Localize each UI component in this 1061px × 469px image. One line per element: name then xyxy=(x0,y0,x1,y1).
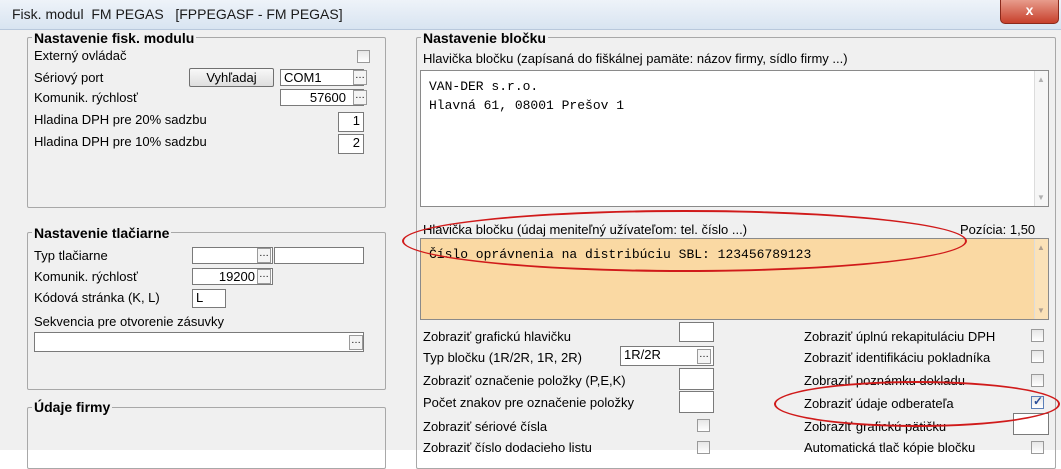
scroll-up-icon[interactable]: ▲ xyxy=(1037,243,1045,252)
printer-speed-label: Komunik. rýchlosť xyxy=(34,269,138,284)
close-button[interactable]: x xyxy=(1000,0,1059,24)
vat20-field[interactable]: 1 xyxy=(338,112,364,132)
option-doc-note-checkbox[interactable] xyxy=(1031,374,1044,387)
option-auto-copy-checkbox[interactable] xyxy=(1031,441,1044,454)
vat10-label: Hladina DPH pre 10% sadzbu xyxy=(34,134,207,149)
option-full-vat-label: Zobraziť úplnú rekapituláciu DPH xyxy=(804,329,996,344)
printer-type-extra-field[interactable] xyxy=(274,247,364,264)
position-label: Pozícia: 1,50 xyxy=(960,222,1036,237)
search-port-button[interactable]: Vyhľadaj xyxy=(189,68,274,87)
option-graphic-header-field[interactable] xyxy=(679,322,714,342)
serial-port-field[interactable]: COM1 xyxy=(280,69,364,86)
option-item-marking-field[interactable] xyxy=(679,368,714,390)
receipt-header-memo[interactable]: VAN-DER s.r.o. Hlavná 61, 08001 Prešov 1 xyxy=(420,70,1049,207)
speed-field[interactable]: 57600 xyxy=(280,89,364,106)
option-receipt-type-label: Typ bločku (1R/2R, 1R, 2R) xyxy=(423,350,582,365)
printer-speed-ellipsis-button[interactable]: … xyxy=(257,269,271,284)
printer-type-ellipsis-button[interactable]: … xyxy=(257,248,271,263)
option-graphic-header-label: Zobraziť grafickú hlavičku xyxy=(423,329,571,344)
annotation-oval-customer-data xyxy=(774,381,1060,427)
codepage-field[interactable]: L xyxy=(192,289,226,308)
option-cashier-id-checkbox[interactable] xyxy=(1031,350,1044,363)
option-cashier-id-label: Zobraziť identifikáciu pokladníka xyxy=(804,350,991,365)
scroll-down-icon[interactable]: ▼ xyxy=(1037,193,1045,202)
fisk-module-group-title: Nastavenie fisk. modulu xyxy=(32,30,197,46)
option-item-chars-label: Počet znakov pre označenie položky xyxy=(423,395,635,410)
serial-port-ellipsis-button[interactable]: … xyxy=(353,70,367,85)
option-receipt-type-ellipsis-button[interactable]: … xyxy=(697,349,711,364)
scroll-down-icon[interactable]: ▼ xyxy=(1037,306,1045,315)
speed-ellipsis-button[interactable]: … xyxy=(353,90,367,105)
scroll-up-icon[interactable]: ▲ xyxy=(1037,75,1045,84)
option-full-vat-checkbox[interactable] xyxy=(1031,329,1044,342)
receipt-header-label: Hlavička bločku (zapísaná do fiškálnej p… xyxy=(423,51,848,66)
option-delivery-note-checkbox[interactable] xyxy=(697,441,710,454)
receipt-header-scrollbar[interactable]: ▲ ▼ xyxy=(1034,71,1048,206)
firm-data-group-title: Údaje firmy xyxy=(32,399,113,415)
window-titlebar[interactable]: Fisk. modul FM PEGAS [FPPEGASF - FM PEGA… xyxy=(0,0,1061,30)
window-title: Fisk. modul FM PEGAS [FPPEGASF - FM PEGA… xyxy=(12,6,343,22)
vat20-label: Hladina DPH pre 20% sadzbu xyxy=(34,112,207,127)
firm-data-group xyxy=(27,407,386,469)
printer-group-title: Nastavenie tlačiarne xyxy=(32,225,172,241)
option-serial-numbers-checkbox[interactable] xyxy=(697,419,710,432)
codepage-label: Kódová stránka (K, L) xyxy=(34,290,160,305)
option-auto-copy-label: Automatická tlač kópie bločku xyxy=(804,440,976,455)
external-driver-checkbox[interactable] xyxy=(357,50,370,63)
annotation-oval-header2 xyxy=(402,210,967,272)
speed-label: Komunik. rýchlosť xyxy=(34,90,138,105)
drawer-sequence-field[interactable] xyxy=(34,332,364,352)
option-item-chars-field[interactable] xyxy=(679,391,714,413)
option-item-marking-label: Zobraziť označenie položky (P,E,K) xyxy=(423,373,626,388)
option-serial-numbers-label: Zobraziť sériové čísla xyxy=(423,419,548,434)
external-driver-label: Externý ovládač xyxy=(34,48,127,63)
drawer-sequence-ellipsis-button[interactable]: … xyxy=(349,335,363,350)
option-delivery-note-label: Zobraziť číslo dodacieho listu xyxy=(423,440,592,455)
receipt-header2-scrollbar[interactable]: ▲ ▼ xyxy=(1034,239,1048,319)
vat10-field[interactable]: 2 xyxy=(338,134,364,154)
receipt-group-title: Nastavenie bločku xyxy=(421,30,548,46)
serial-port-label: Sériový port xyxy=(34,70,104,85)
printer-type-label: Typ tlačiarne xyxy=(34,248,108,263)
dialog-client-area: Nastavenie fisk. modulu Externý ovládač … xyxy=(0,30,1061,469)
drawer-sequence-label: Sekvencia pre otvorenie zásuvky xyxy=(34,314,225,329)
